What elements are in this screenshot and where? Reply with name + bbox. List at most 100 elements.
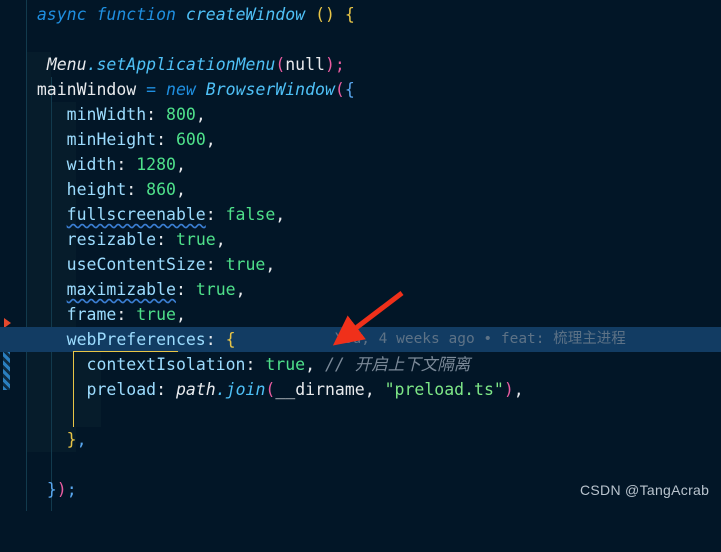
token-property-min-height: minHeight — [66, 130, 157, 149]
code-line[interactable] — [0, 452, 721, 477]
token-keyword-true: true — [225, 255, 266, 274]
code-line[interactable]: fullscreenable: false, — [0, 202, 721, 227]
code-line-content: frame: true, — [17, 302, 186, 327]
git-blame-annotation[interactable]: You, 4 weeks ago • feat: 梳理主进程 — [335, 327, 626, 352]
token-comma: , — [175, 155, 186, 174]
code-line[interactable]: frame: true, — [0, 302, 721, 327]
token-comma: , — [513, 380, 524, 399]
code-line-content: preload: path.join(__dirname, "preload.t… — [17, 377, 524, 402]
token-paren-open: ( — [275, 55, 286, 74]
code-line-content: mainWindow = new BrowserWindow({ — [17, 77, 355, 102]
token-colon: : — [146, 105, 167, 124]
token-property-preload: preload — [86, 380, 157, 399]
token-property-web-preferences: webPreferences — [66, 330, 206, 349]
code-line[interactable]: preload: path.join(__dirname, "preload.t… — [0, 377, 721, 402]
code-line[interactable]: contextIsolation: true, // 开启上下文隔离 — [0, 352, 721, 377]
token-comma: , — [205, 130, 216, 149]
token-colon: : — [205, 255, 226, 274]
code-line[interactable]: Menu.setApplicationMenu(null); — [0, 52, 721, 77]
token-identifier-path: path — [175, 380, 216, 399]
code-line[interactable]: resizable: true, — [0, 227, 721, 252]
token-colon: : — [156, 130, 176, 149]
token-method-join: .join — [215, 380, 266, 399]
token-property-context-isolation: contextIsolation — [86, 355, 246, 374]
token-keyword-async: async — [36, 5, 87, 24]
code-line[interactable]: useContentSize: true, — [0, 252, 721, 277]
token-property-use-content-size: useContentSize — [66, 255, 206, 274]
token-comma: , — [364, 380, 385, 399]
token-paren-close: ); — [325, 55, 345, 74]
code-line-content: maximizable: true, — [17, 277, 246, 302]
token-comma: , — [235, 280, 246, 299]
token-property-min-width: minWidth — [66, 105, 147, 124]
token-colon: : — [175, 280, 196, 299]
token-paren-close: ) — [503, 380, 514, 399]
token-property-resizable: resizable — [66, 230, 157, 249]
code-line[interactable]: minWidth: 800, — [0, 102, 721, 127]
token-keyword-true: true — [136, 305, 176, 324]
code-line-content: async function createWindow () { — [17, 2, 355, 27]
code-line-content: }, — [17, 427, 87, 452]
token-operator-assign: = — [146, 80, 157, 99]
code-line[interactable]: async function createWindow () { — [0, 2, 721, 27]
code-line[interactable]: mainWindow = new BrowserWindow({ — [0, 77, 721, 102]
code-editor[interactable]: async function createWindow () { Menu.se… — [0, 0, 721, 511]
bracket-match-top-cap — [73, 351, 178, 352]
token-value-min-width: 800 — [166, 105, 196, 124]
token-keyword-true: true — [265, 355, 306, 374]
token-paren-open: ( — [334, 80, 345, 99]
code-line[interactable] — [0, 402, 721, 427]
code-line-content: width: 1280, — [17, 152, 186, 177]
bracket-match-guide — [73, 351, 74, 427]
token-property-frame: frame — [66, 305, 117, 324]
token-comma: , — [305, 355, 325, 374]
token-comma: , — [175, 180, 186, 199]
code-line-content: minHeight: 600, — [17, 127, 216, 152]
token-value-height: 860 — [146, 180, 176, 199]
token-comma: , — [275, 205, 286, 224]
token-property-maximizable: maximizable — [66, 280, 176, 299]
token-brace-open: { — [344, 80, 355, 99]
token-keyword-null: null — [285, 55, 325, 74]
code-line-content: webPreferences: { — [17, 327, 236, 352]
token-paren-open: ( — [265, 380, 276, 399]
code-line[interactable] — [0, 27, 721, 52]
code-line[interactable]: minHeight: 600, — [0, 127, 721, 152]
code-line-content: resizable: true, — [17, 227, 226, 252]
token-comma: , — [265, 255, 276, 274]
token-colon: : — [116, 305, 137, 324]
token-comma: , — [215, 230, 226, 249]
token-colon: : — [245, 355, 266, 374]
token-identifier-dirname: __dirname — [275, 380, 365, 399]
code-line[interactable]: width: 1280, — [0, 152, 721, 177]
token-keyword-true: true — [175, 230, 216, 249]
code-line-content: useContentSize: true, — [17, 252, 276, 277]
token-brace-open: { — [225, 330, 236, 349]
code-line[interactable]: height: 860, — [0, 177, 721, 202]
token-colon: : — [205, 330, 226, 349]
token-comma: , — [76, 430, 87, 449]
token-colon: : — [156, 230, 176, 249]
token-string-preload-path: "preload.ts" — [384, 380, 504, 399]
token-brace-close: } — [46, 480, 57, 499]
token-method-set-application-menu: .setApplicationMenu — [86, 55, 276, 74]
token-keyword-new: new — [166, 80, 196, 99]
token-property-height: height — [66, 180, 127, 199]
token-value-min-height: 600 — [175, 130, 206, 149]
token-colon: : — [205, 205, 226, 224]
token-keyword-function: function — [96, 5, 176, 24]
token-colon: : — [156, 380, 176, 399]
code-line-content: }); — [17, 477, 77, 502]
token-brace-open: { — [344, 5, 355, 24]
code-line[interactable]: maximizable: true, — [0, 277, 721, 302]
code-line-content: minWidth: 800, — [17, 102, 206, 127]
code-line-content: Menu.setApplicationMenu(null); — [17, 52, 345, 77]
token-class-browser-window: BrowserWindow — [205, 80, 335, 99]
token-identifier-create-window: createWindow — [185, 5, 306, 24]
token-property-width: width — [66, 155, 117, 174]
csdn-watermark: CSDN @TangAcrab — [580, 482, 710, 498]
token-comment: // 开启上下文隔离 — [325, 355, 471, 374]
token-keyword-false: false — [225, 205, 276, 224]
token-keyword-true: true — [195, 280, 236, 299]
code-line[interactable]: }, — [0, 427, 721, 452]
